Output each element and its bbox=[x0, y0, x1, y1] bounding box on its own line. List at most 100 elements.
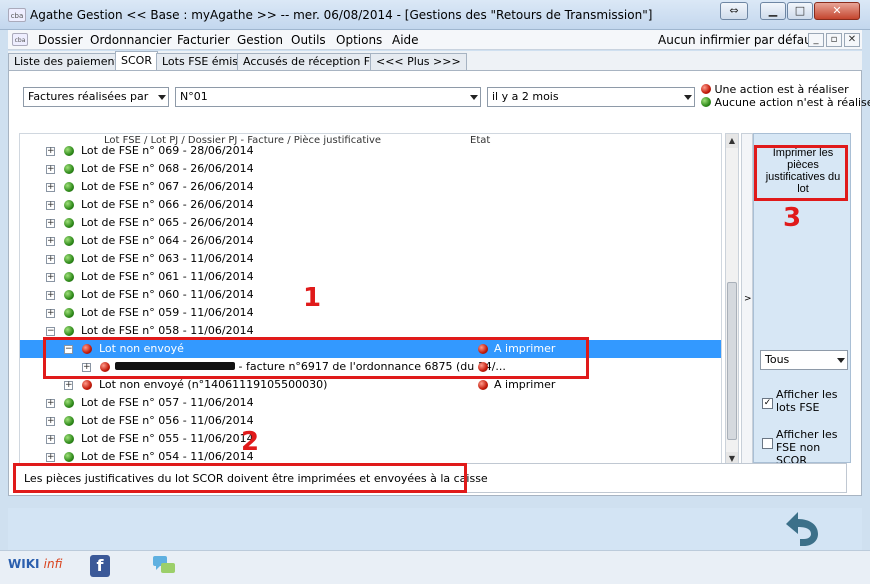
menu-facturier[interactable]: Facturier bbox=[177, 33, 230, 47]
show-non-scor-label: Afficher les FSE non SCOR bbox=[776, 428, 838, 467]
menu-aide[interactable]: Aide bbox=[392, 33, 419, 47]
expand-icon[interactable]: + bbox=[46, 147, 55, 156]
green-status-icon bbox=[64, 218, 74, 228]
period-select[interactable]: il y a 2 mois bbox=[487, 87, 695, 107]
tree-row[interactable]: + Lot de FSE n° 068 - 26/06/2014 bbox=[20, 160, 721, 178]
expand-icon[interactable]: + bbox=[46, 291, 55, 300]
expand-icon[interactable]: + bbox=[46, 219, 55, 228]
invoice-type-select[interactable]: Factures réalisées par bbox=[23, 87, 169, 107]
scroll-thumb[interactable] bbox=[727, 282, 737, 440]
red-status-icon bbox=[82, 380, 92, 390]
annotation-number-1: 1 bbox=[303, 283, 322, 313]
tree-row[interactable]: + Lot de FSE n° 059 - 11/06/2014 bbox=[20, 304, 721, 322]
collapse-icon[interactable]: − bbox=[46, 327, 55, 336]
expand-icon[interactable]: + bbox=[46, 417, 55, 426]
green-status-icon bbox=[64, 452, 74, 462]
tree-row[interactable]: + Lot de FSE n° 066 - 26/06/2014 bbox=[20, 196, 721, 214]
expand-icon[interactable]: + bbox=[64, 381, 73, 390]
legend-green-label: Aucune action n'est à réaliser bbox=[714, 96, 870, 109]
green-status-icon bbox=[64, 272, 74, 282]
expand-icon[interactable]: + bbox=[46, 273, 55, 282]
tree-row[interactable]: + Lot de FSE n° 067 - 26/06/2014 bbox=[20, 178, 721, 196]
chevron-down-icon bbox=[470, 95, 478, 100]
scroll-up-icon[interactable]: ▲ bbox=[726, 134, 738, 148]
mdi-restore-button[interactable]: ▫ bbox=[826, 33, 842, 47]
green-status-icon bbox=[64, 416, 74, 426]
show-lots-label: Afficher les lots FSE bbox=[776, 388, 838, 414]
expand-icon[interactable]: + bbox=[46, 165, 55, 174]
undo-arrow-icon bbox=[786, 512, 818, 546]
menu-bar: cba Dossier Ordonnancier Facturier Gesti… bbox=[8, 30, 862, 50]
tree-row[interactable]: + Lot de FSE n° 065 - 26/06/2014 bbox=[20, 214, 721, 232]
expand-icon[interactable]: + bbox=[46, 435, 55, 444]
expand-icon[interactable]: + bbox=[46, 399, 55, 408]
menu-gestion[interactable]: Gestion bbox=[237, 33, 283, 47]
back-button[interactable] bbox=[778, 508, 824, 548]
tab-plus[interactable]: <<< Plus >>> bbox=[370, 53, 467, 70]
tab-accuses-reception[interactable]: Accusés de réception FSE bbox=[237, 53, 390, 70]
tab-lots-fse-emis[interactable]: Lots FSE émis bbox=[156, 53, 245, 70]
chevron-down-icon bbox=[837, 358, 845, 363]
green-status-icon bbox=[64, 434, 74, 444]
tab-bar: Liste des paiements SCOR Lots FSE émis A… bbox=[8, 51, 862, 70]
tab-scor[interactable]: SCOR bbox=[115, 51, 158, 70]
wiki-infi-link[interactable]: WIKI infi bbox=[8, 557, 62, 571]
tree-scrollbar[interactable]: ▲ ▼ bbox=[725, 133, 739, 467]
chevron-right-icon: > bbox=[744, 294, 752, 304]
lots-tree[interactable]: Lot FSE / Lot PJ / Dossier PJ - Facture … bbox=[19, 133, 722, 467]
menu-options[interactable]: Options bbox=[336, 33, 382, 47]
tree-row[interactable]: + Lot de FSE n° 057 - 11/06/2014 bbox=[20, 394, 721, 412]
green-status-icon bbox=[64, 308, 74, 318]
show-non-scor-checkbox[interactable] bbox=[762, 438, 773, 449]
panel-toggle-button[interactable]: > bbox=[741, 133, 753, 467]
tree-row[interactable]: + Lot de FSE n° 064 - 26/06/2014 bbox=[20, 232, 721, 250]
green-status-icon bbox=[64, 200, 74, 210]
bottom-toolbar bbox=[8, 508, 862, 550]
tree-row[interactable]: + Lot de FSE n° 063 - 11/06/2014 bbox=[20, 250, 721, 268]
tree-row[interactable]: + Lot de FSE n° 061 - 11/06/2014 bbox=[20, 268, 721, 286]
annotation-box-1 bbox=[43, 337, 589, 379]
tree-row[interactable]: + Lot de FSE n° 055 - 11/06/2014 bbox=[20, 430, 721, 448]
expand-icon[interactable]: + bbox=[46, 309, 55, 318]
scope-select[interactable]: Tous bbox=[760, 350, 848, 370]
facebook-icon[interactable]: f bbox=[90, 555, 110, 577]
minimize-icon: ▁ bbox=[768, 4, 778, 17]
legend-red-label: Une action est à réaliser bbox=[714, 83, 849, 96]
red-status-icon bbox=[478, 380, 488, 390]
expand-icon[interactable]: + bbox=[46, 201, 55, 210]
mdi-close-button[interactable]: ✕ bbox=[844, 33, 860, 47]
resize-arrows-icon: ⇔ bbox=[729, 4, 739, 17]
menu-outils[interactable]: Outils bbox=[291, 33, 326, 47]
number-select[interactable]: N°01 bbox=[175, 87, 481, 107]
resize-arrows-button[interactable]: ⇔ bbox=[720, 2, 748, 20]
legend-green: Aucune action n'est à réaliser bbox=[701, 96, 870, 109]
minimize-button[interactable]: ▁ bbox=[760, 2, 786, 20]
green-status-icon bbox=[64, 146, 74, 156]
green-status-icon bbox=[64, 164, 74, 174]
maximize-button[interactable]: □ bbox=[787, 2, 813, 20]
infi-label: infi bbox=[43, 557, 63, 571]
close-icon: ✕ bbox=[832, 4, 842, 17]
tree-row[interactable]: + Lot de FSE n° 060 - 11/06/2014 bbox=[20, 286, 721, 304]
close-button[interactable]: ✕ bbox=[814, 2, 860, 20]
red-status-icon bbox=[701, 84, 711, 94]
tree-row[interactable]: + Lot de FSE n° 069 - 28/06/2014 bbox=[20, 142, 721, 160]
annotation-box-3 bbox=[754, 145, 848, 201]
wiki-label: WIKI bbox=[8, 557, 40, 571]
chat-icon[interactable] bbox=[152, 555, 176, 577]
expand-icon[interactable]: + bbox=[46, 237, 55, 246]
menu-ordonnancier[interactable]: Ordonnancier bbox=[90, 33, 172, 47]
maximize-icon: □ bbox=[794, 4, 806, 17]
expand-icon[interactable]: + bbox=[46, 183, 55, 192]
expand-icon[interactable]: + bbox=[46, 255, 55, 264]
menu-dossier[interactable]: Dossier bbox=[38, 33, 83, 47]
default-nurse-label[interactable]: Aucun infirmier par défaut bbox=[658, 33, 816, 47]
expand-icon[interactable]: + bbox=[46, 453, 55, 462]
green-status-icon bbox=[64, 182, 74, 192]
tab-liste-paiements[interactable]: Liste des paiements bbox=[8, 53, 131, 70]
show-lots-checkbox[interactable]: ✓ bbox=[762, 398, 773, 409]
mdi-minimize-button[interactable]: _ bbox=[808, 33, 824, 47]
tree-row[interactable]: + Lot de FSE n° 056 - 11/06/2014 bbox=[20, 412, 721, 430]
chevron-down-icon bbox=[158, 95, 166, 100]
legend-red: Une action est à réaliser bbox=[701, 83, 849, 96]
